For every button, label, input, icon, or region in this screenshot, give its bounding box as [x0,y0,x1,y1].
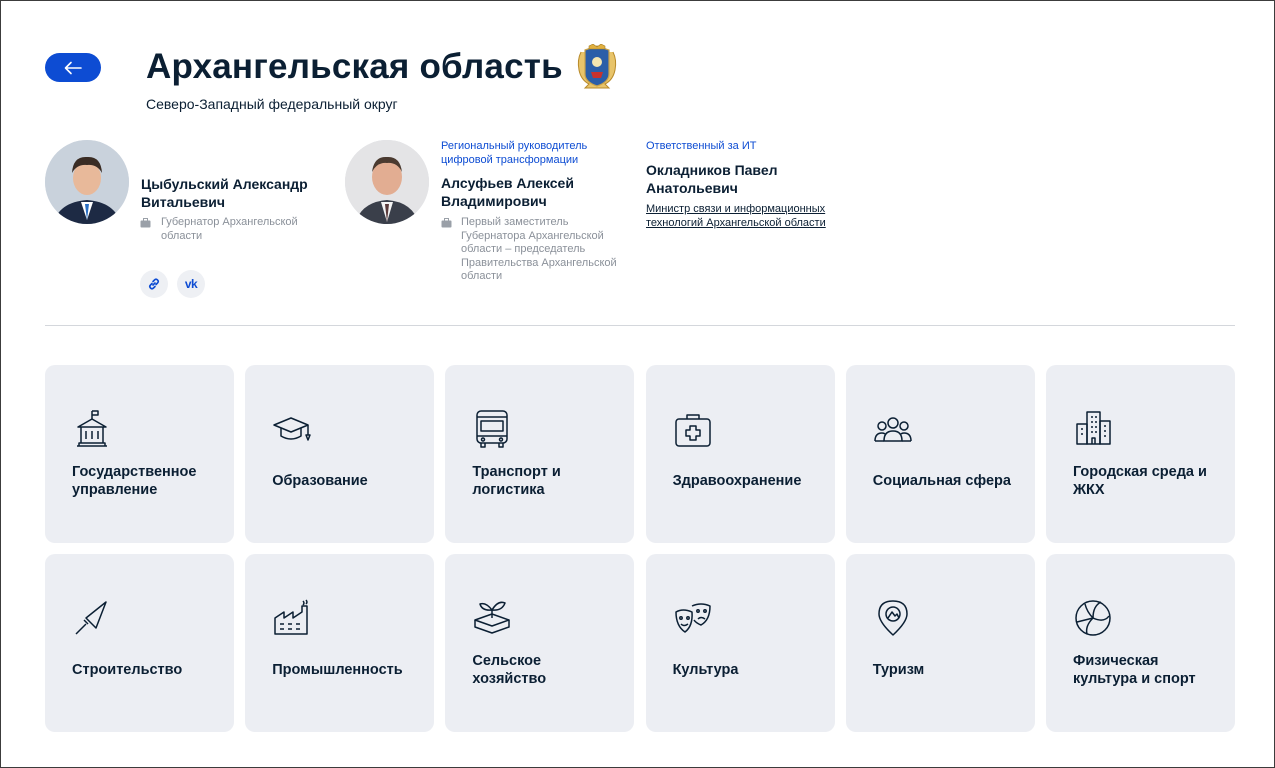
ministry-link[interactable]: Министр связи и информационных технологи… [646,203,826,230]
city-buildings-icon [1076,411,1111,445]
category-grid: Государственное управление Образование Тр… [45,365,1235,732]
category-label: Образование [272,473,368,489]
category-label: Физическая культура и спорт [1072,653,1196,687]
category-card-construction[interactable]: Строительство [45,554,234,732]
category-card-culture[interactable]: Культура [645,554,835,732]
factory-icon [274,599,308,635]
avatar [45,140,129,224]
map-pin-icon [878,600,908,636]
graduation-cap-icon [273,417,311,441]
category-label: Сельское хозяйство [472,653,547,687]
category-card-agriculture[interactable]: Сельское хозяйство [445,554,635,732]
category-label: Здравоохранение [672,473,802,489]
person-photo-icon [45,140,129,224]
person-name: Цыбульский Александр Витальевич [141,176,308,210]
category-label: Городская среда и ЖКХ [1072,464,1207,498]
arrow-left-icon [64,61,82,74]
person-role: Ответственный за ИТ [646,140,757,152]
category-card-education[interactable]: Образование [245,365,435,543]
volleyball-icon [1075,600,1111,636]
medical-kit-icon [674,414,711,447]
category-card-industry[interactable]: Промышленность [245,554,435,732]
link-icon [148,278,160,290]
back-button[interactable] [45,53,101,82]
briefcase-icon [140,218,151,228]
category-label: Государственное управление [72,464,197,498]
person-position: Губернатор Архангельской области [161,216,298,242]
person-name: Окладников Павел Анатольевич [646,162,778,196]
briefcase-icon [441,218,452,228]
avatar [345,140,429,224]
category-label: Культура [672,662,739,678]
category-card-tourism[interactable]: Туризм [845,554,1035,732]
category-card-government[interactable]: Государственное управление [45,365,234,543]
category-label: Туризм [872,662,925,678]
category-label: Транспорт и логистика [472,464,561,498]
federal-district: Северо-Западный федеральный округ [146,96,398,112]
person-name: Алсуфьев Алексей Владимирович [441,175,574,209]
people-group-icon [874,417,912,442]
vk-icon: vk [184,277,198,291]
page-title: Архангельская область [146,47,563,86]
category-card-social[interactable]: Социальная сфера [845,365,1035,543]
divider [45,325,1235,326]
theater-masks-icon [674,603,711,633]
coat-of-arms-icon [577,44,616,89]
category-label: Строительство [72,662,183,678]
person-photo-icon [345,140,429,224]
category-label: Промышленность [272,662,403,678]
category-card-urban[interactable]: Городская среда и ЖКХ [1045,365,1235,543]
government-building-icon [77,410,107,447]
category-card-healthcare[interactable]: Здравоохранение [645,365,835,543]
category-card-sport[interactable]: Физическая культура и спорт [1045,554,1235,732]
person-position: Первый заместитель Губернатора Архангель… [461,216,617,282]
website-link-button[interactable] [140,270,168,298]
bus-icon [476,410,509,448]
sprout-icon [474,601,511,634]
trowel-icon [75,601,107,635]
vk-button[interactable]: vk [177,270,205,298]
person-role: Региональный руководитель цифровой транс… [441,140,588,166]
category-label: Социальная сфера [872,473,1011,489]
category-card-transport[interactable]: Транспорт и логистика [445,365,635,543]
